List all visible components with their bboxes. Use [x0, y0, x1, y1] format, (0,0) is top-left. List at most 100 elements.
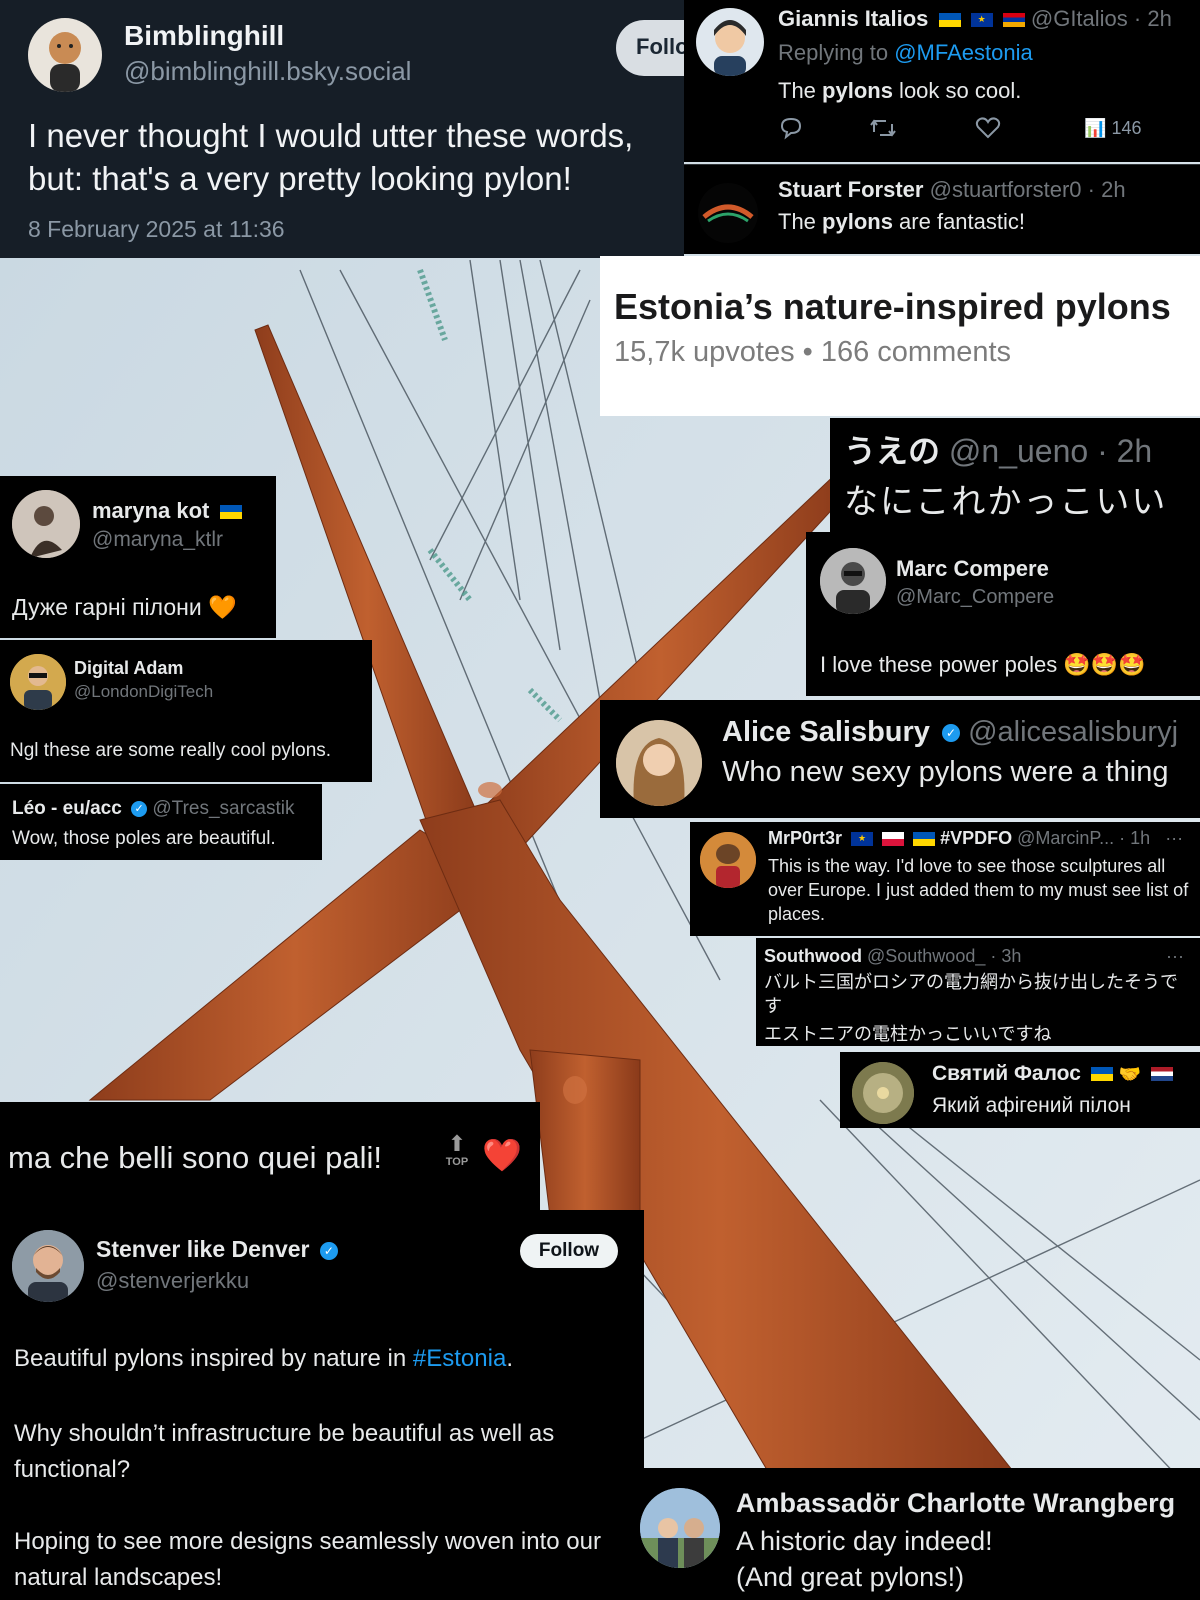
- display-name[interactable]: Alice Salisbury: [722, 716, 930, 748]
- avatar: [12, 1230, 84, 1302]
- text-part: look so cool.: [892, 78, 1022, 103]
- header: Stuart Forster @stuartforster0 · 2h: [778, 177, 1126, 203]
- display-name[interactable]: Bimblinghill: [124, 20, 284, 52]
- reddit-post-header: Estonia’s nature-inspired pylons 15,7k u…: [600, 256, 1200, 416]
- ukraine-flag-icon: [938, 13, 961, 28]
- handle[interactable]: @stuartforster0: [930, 177, 1082, 202]
- hashtag-link[interactable]: #Estonia: [413, 1345, 506, 1372]
- comment-count[interactable]: 166 comments: [821, 336, 1011, 368]
- text-highlight: pylons: [822, 209, 893, 234]
- handle[interactable]: @LondonDigiTech: [74, 682, 213, 702]
- reply-text: なにこれかっこいい: [844, 483, 1168, 521]
- reply-text: The pylons look so cool.: [778, 78, 1021, 104]
- reply-adam: Digital Adam @LondonDigiTech Ngl these a…: [0, 640, 372, 782]
- verified-badge-icon: ✓: [131, 800, 148, 817]
- reply-text: Wow, those poles are beautiful.: [12, 828, 276, 849]
- text-part: The: [778, 78, 823, 103]
- display-name[interactable]: maryna kot: [92, 498, 209, 523]
- reply-southwood: Southwood @Southwood_ · 3h ··· バルト三国がロシア…: [756, 938, 1200, 1046]
- post-text: I never thought I would utter these word…: [28, 117, 634, 197]
- text-part: Beautiful pylons inspired by nature in: [14, 1345, 413, 1372]
- timestamp[interactable]: · 1h: [1119, 828, 1150, 848]
- display-name[interactable]: Stenver like Denver: [96, 1236, 310, 1262]
- views-icon: 📊: [1084, 118, 1107, 138]
- timestamp[interactable]: · 2h: [1134, 6, 1172, 31]
- handle[interactable]: @alicesalisburyj: [968, 716, 1178, 748]
- heart-icon: ❤️: [482, 1137, 522, 1173]
- pylon-joint: [563, 1076, 587, 1104]
- display-name[interactable]: MrP0rt3r: [768, 828, 842, 848]
- avatar: [700, 832, 756, 888]
- comment-italian: ma che belli sono quei pali! ⬆ TOP ❤️: [0, 1102, 540, 1212]
- reply-falos: Святий Фалос 🤝 Який афігений пілон: [840, 1052, 1200, 1128]
- post-date[interactable]: 8 February 2025 at 11:36: [28, 216, 285, 243]
- top-label: TOP: [445, 1156, 469, 1168]
- armenia-flag-icon: [1002, 13, 1025, 28]
- handle[interactable]: @maryna_ktlr: [92, 528, 223, 552]
- follow-button[interactable]: Follo: [616, 20, 684, 76]
- handle[interactable]: @MarcinP...: [1017, 828, 1114, 848]
- header: Alice Salisbury ✓ @alicesalisburyj: [722, 716, 1178, 749]
- verified-badge-icon: ✓: [319, 1241, 338, 1260]
- eu-flag-icon: [851, 832, 874, 847]
- display-name[interactable]: Southwood: [764, 946, 862, 966]
- post-paragraph-2: Why shouldn’t infrastructure be beautifu…: [14, 1420, 555, 1483]
- avatar: [616, 720, 702, 806]
- handle[interactable]: @n_ueno: [949, 433, 1088, 469]
- handle[interactable]: @Tres_sarcastik: [152, 798, 294, 819]
- header: Léo - eu/acc ✓ @Tres_sarcastik: [12, 798, 295, 820]
- like-icon[interactable]: [974, 116, 1002, 140]
- reply-icon[interactable]: [778, 116, 804, 140]
- text-part: The: [778, 209, 823, 234]
- post-title[interactable]: Estonia’s nature-inspired pylons: [614, 286, 1171, 328]
- upvote-count[interactable]: 15,7k upvotes: [614, 336, 795, 368]
- display-name[interactable]: Marc Compere: [896, 556, 1049, 582]
- reply-text-line2: (And great pylons!): [736, 1562, 965, 1592]
- reply-text: Ngl these are some really cool pylons.: [10, 740, 332, 761]
- display-name[interactable]: Giannis Italios: [778, 6, 928, 31]
- more-options-icon[interactable]: ···: [1166, 946, 1184, 967]
- avatar: [852, 1062, 914, 1124]
- reply-text-line1: A historic day indeed!: [736, 1526, 993, 1556]
- display-name[interactable]: Святий Фалос: [932, 1062, 1081, 1085]
- post-stenver: Stenver like Denver ✓ @stenverjerkku Fol…: [0, 1210, 644, 1600]
- handle[interactable]: @Southwood_: [867, 946, 985, 966]
- handle[interactable]: @stenverjerkku: [96, 1268, 249, 1294]
- handle[interactable]: @bimblinghill.bsky.social: [124, 56, 411, 87]
- post-paragraph-1: Beautiful pylons inspired by nature in #…: [14, 1342, 634, 1376]
- handle[interactable]: @Marc_Compere: [896, 586, 1054, 609]
- display-name[interactable]: うえの: [844, 433, 940, 469]
- timestamp[interactable]: · 2h: [1097, 433, 1152, 469]
- text-highlight: pylons: [822, 78, 893, 103]
- handle[interactable]: @GItalios: [1031, 6, 1128, 31]
- views[interactable]: 📊 146: [1084, 118, 1141, 139]
- repost-icon[interactable]: [868, 116, 898, 140]
- display-name[interactable]: Stuart Forster: [778, 177, 923, 202]
- text-part: are fantastic!: [892, 209, 1026, 234]
- avatar: [696, 8, 764, 76]
- display-name[interactable]: Digital Adam: [74, 658, 183, 679]
- reply-n-ueno: うえの @n_ueno · 2h なにこれかっこいい: [830, 418, 1200, 534]
- verified-badge-icon: ✓: [942, 724, 960, 743]
- mention-link[interactable]: @MFAestonia: [894, 40, 1033, 65]
- text-part: .: [506, 1345, 513, 1372]
- handshake-icon: 🤝: [1118, 1064, 1141, 1084]
- reply-marc: Marc Compere @Marc_Compere I love these …: [806, 532, 1200, 696]
- display-name-row: maryna kot: [92, 498, 242, 524]
- display-name[interactable]: Ambassadör Charlotte Wrangberg: [736, 1488, 1175, 1519]
- avatar: [12, 490, 80, 558]
- reply-text: Дуже гарні пілони 🧡: [12, 594, 237, 620]
- hashtag[interactable]: #VPDFO: [940, 828, 1012, 848]
- reply-mrporter: MrP0rt3r #VPDFO @MarcinP... · 1h ··· Thi…: [690, 822, 1200, 936]
- reply-text: Who new sexy pylons were a thing: [722, 756, 1169, 788]
- timestamp[interactable]: · 2h: [1088, 177, 1126, 202]
- avatar: [28, 18, 102, 92]
- follow-button[interactable]: Follow: [520, 1234, 618, 1268]
- reply-text-line1: バルト三国がロシアの電力網から抜け出したそうです: [764, 972, 1178, 1016]
- timestamp[interactable]: · 3h: [990, 946, 1021, 966]
- more-options-icon[interactable]: ···: [1165, 828, 1183, 848]
- bluesky-post: Bimblinghill @bimblinghill.bsky.social F…: [0, 0, 684, 258]
- reply-leo: Léo - eu/acc ✓ @Tres_sarcastik Wow, thos…: [0, 784, 322, 860]
- display-name[interactable]: Léo - eu/acc: [12, 798, 122, 819]
- netherlands-flag-icon: [1150, 1067, 1173, 1082]
